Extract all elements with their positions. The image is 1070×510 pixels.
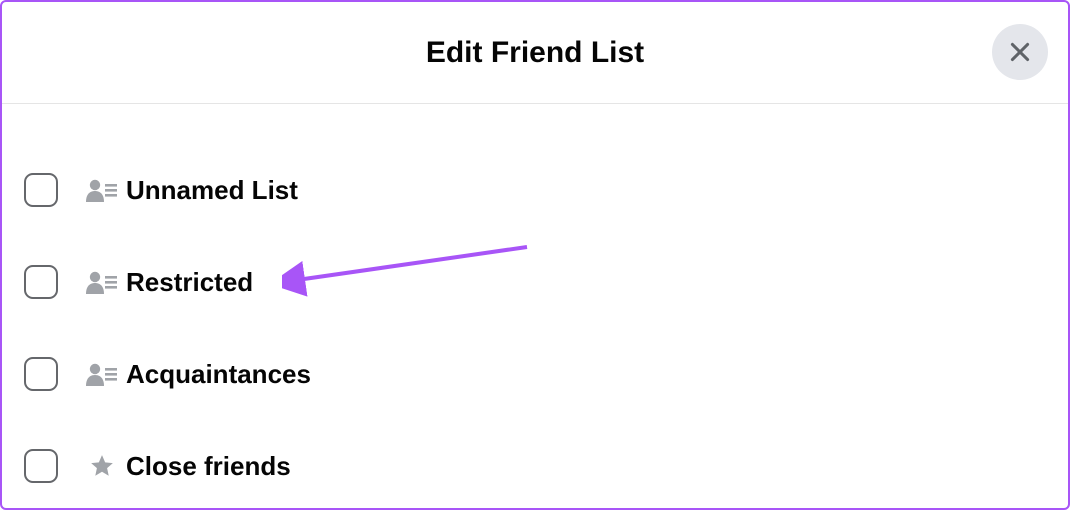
modal-header: Edit Friend List (2, 2, 1068, 104)
friend-list-options: Unnamed List Restricted (2, 104, 1068, 510)
person-list-icon (86, 358, 118, 390)
list-item-close-friends[interactable]: Close friends (24, 420, 1046, 510)
list-item-label: Restricted (126, 267, 253, 298)
checkbox-close-friends[interactable] (24, 449, 58, 483)
star-icon (86, 450, 118, 482)
list-item-label: Acquaintances (126, 359, 311, 390)
checkbox-acquaintances[interactable] (24, 357, 58, 391)
close-button[interactable] (992, 24, 1048, 80)
close-icon (1007, 39, 1033, 65)
list-item-unnamed[interactable]: Unnamed List (24, 144, 1046, 236)
person-list-icon (86, 266, 118, 298)
edit-friend-list-modal: Edit Friend List Unnamed List (0, 0, 1070, 510)
list-item-label: Close friends (126, 451, 291, 482)
checkbox-restricted[interactable] (24, 265, 58, 299)
list-item-restricted[interactable]: Restricted (24, 236, 1046, 328)
list-item-acquaintances[interactable]: Acquaintances (24, 328, 1046, 420)
person-list-icon (86, 174, 118, 206)
checkbox-unnamed[interactable] (24, 173, 58, 207)
modal-title: Edit Friend List (426, 36, 644, 70)
list-item-label: Unnamed List (126, 175, 298, 206)
